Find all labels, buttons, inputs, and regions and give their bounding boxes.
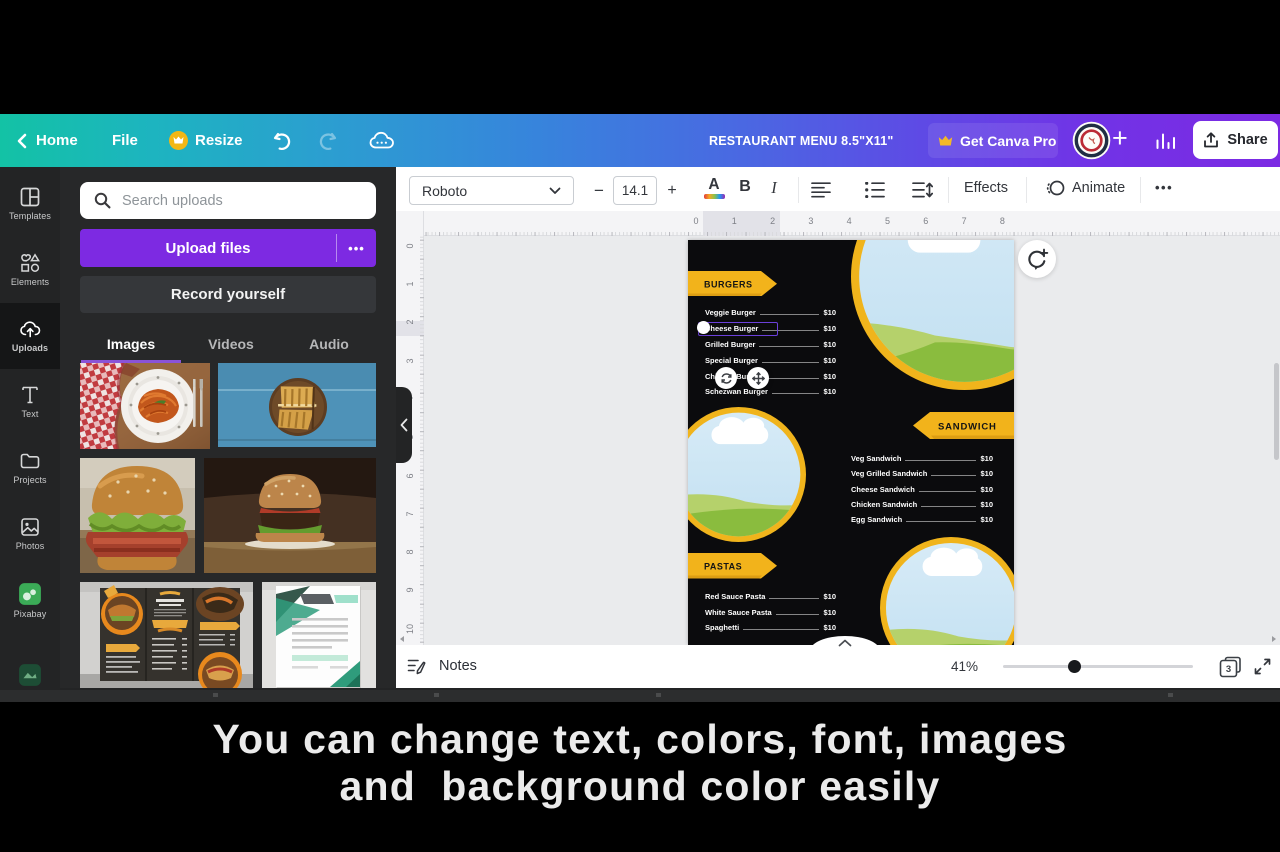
svg-text:3: 3 bbox=[1226, 664, 1231, 675]
svg-text:SANDWICH: SANDWICH bbox=[938, 422, 997, 433]
svg-text:PASTAS: PASTAS bbox=[704, 562, 742, 572]
svg-text:BURGERS: BURGERS bbox=[704, 279, 753, 289]
